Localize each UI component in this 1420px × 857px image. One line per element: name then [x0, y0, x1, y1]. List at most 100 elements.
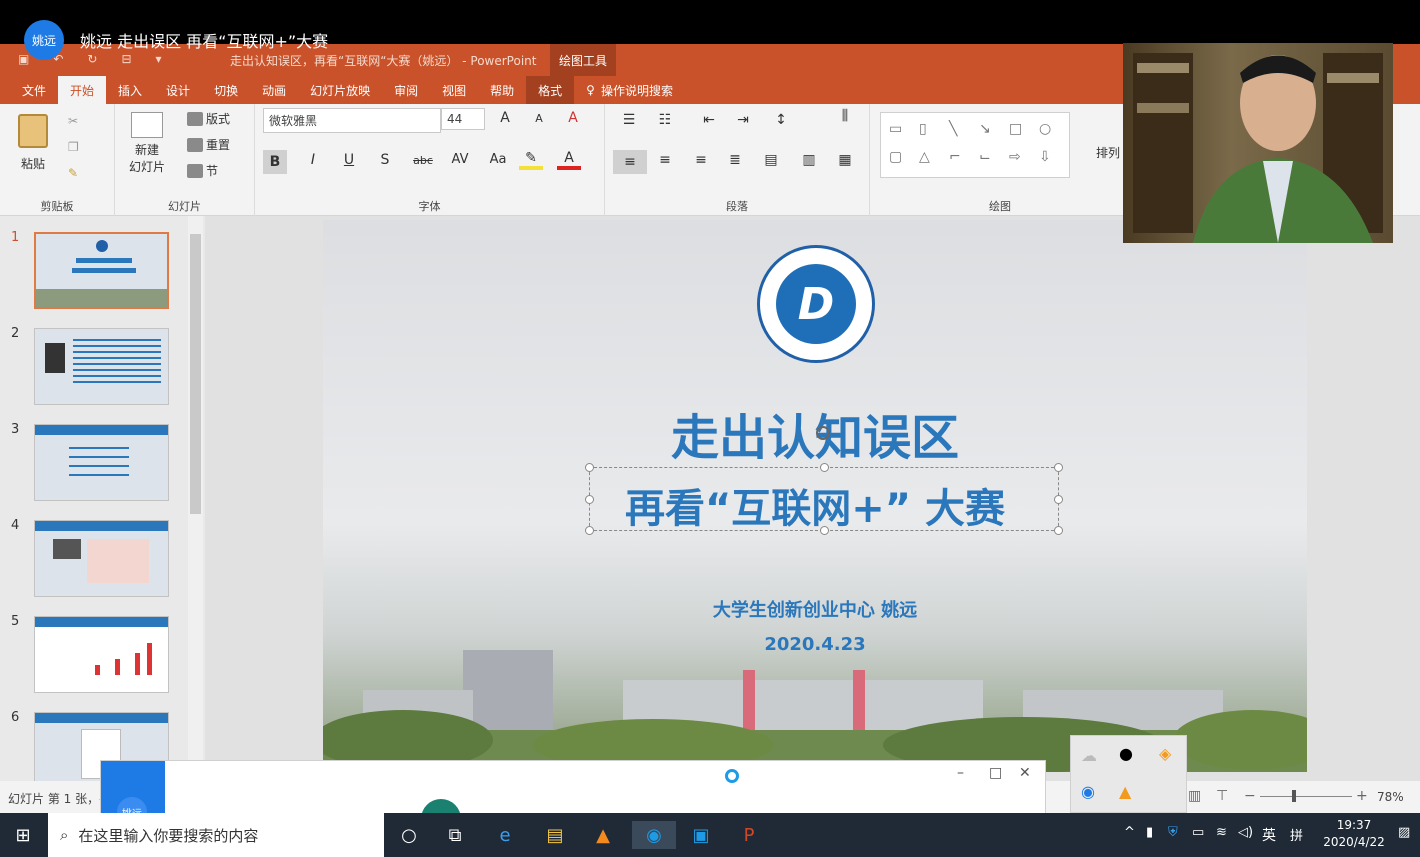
- align-left-icon[interactable]: ≡: [613, 150, 647, 174]
- qq-icon[interactable]: ●: [1119, 744, 1133, 763]
- windows-start-icon[interactable]: ⊞: [8, 821, 38, 849]
- usb-icon[interactable]: ▮: [1146, 825, 1153, 840]
- rounded-rect-shape-icon[interactable]: ▢: [889, 149, 902, 165]
- vlc-tray-icon[interactable]: ▲: [1119, 782, 1131, 801]
- tab-help[interactable]: 帮助: [478, 76, 526, 104]
- task-view-icon[interactable]: ⧉: [440, 821, 470, 849]
- layout-button[interactable]: 版式: [187, 110, 230, 127]
- italic-button[interactable]: I: [301, 152, 325, 168]
- tab-design[interactable]: 设计: [154, 76, 202, 104]
- font-size-select[interactable]: 44: [441, 108, 485, 130]
- font-name-select[interactable]: 微软雅黑: [263, 108, 441, 133]
- slide-thumbnail-3[interactable]: [34, 424, 169, 501]
- notifications-icon[interactable]: ▨: [1398, 825, 1410, 840]
- maximize-icon[interactable]: □: [989, 765, 1002, 781]
- cut-icon[interactable]: ✂: [68, 114, 78, 128]
- thumbnails-scrollbar[interactable]: [188, 216, 203, 781]
- textbox-shape-icon[interactable]: ▭: [889, 121, 902, 137]
- shield-icon[interactable]: ⛨: [1168, 825, 1178, 840]
- slideshow-view-icon[interactable]: ⊤: [1216, 788, 1228, 804]
- format-painter-icon[interactable]: ✎: [68, 166, 78, 180]
- save-icon[interactable]: ▣: [18, 52, 29, 66]
- zoom-out-icon[interactable]: −: [1244, 788, 1256, 804]
- ime-mode[interactable]: 英: [1262, 825, 1276, 845]
- tab-format[interactable]: 格式: [526, 76, 575, 104]
- text-direction-icon[interactable]: ⫼: [833, 108, 857, 124]
- char-spacing-button[interactable]: AV: [445, 152, 475, 167]
- reset-button[interactable]: 重置: [187, 136, 230, 153]
- oval-shape-icon[interactable]: ○: [1039, 121, 1051, 137]
- tab-transitions[interactable]: 切换: [202, 76, 250, 104]
- wifi-icon[interactable]: ≋: [1216, 825, 1227, 840]
- vertical-textbox-shape-icon[interactable]: ▯: [919, 121, 927, 137]
- volume-icon[interactable]: ◁): [1238, 825, 1253, 840]
- bold-button[interactable]: B: [263, 150, 287, 174]
- tab-file[interactable]: 文件: [10, 76, 58, 104]
- tab-review[interactable]: 审阅: [382, 76, 430, 104]
- justify-icon[interactable]: ≣: [723, 152, 747, 168]
- slide-subtitle[interactable]: 再看“互联网+” 大赛: [323, 476, 1307, 534]
- redo-icon[interactable]: ↻: [87, 52, 97, 66]
- slide-thumbnail-4[interactable]: [34, 520, 169, 597]
- slide-date[interactable]: 2020.4.23: [323, 634, 1307, 655]
- slide-title[interactable]: 走出认知误区: [323, 398, 1307, 468]
- cortana-icon[interactable]: ○: [394, 821, 424, 849]
- line-shape-icon[interactable]: ╲: [949, 121, 957, 137]
- right-arrow-shape-icon[interactable]: ⇨: [1009, 149, 1021, 165]
- distributed-icon[interactable]: ▤: [759, 152, 783, 168]
- zoom-level[interactable]: 78%: [1377, 790, 1404, 804]
- paste-button[interactable]: 粘贴: [18, 114, 48, 172]
- slide-author[interactable]: 大学生创新创业中心 姚远: [323, 596, 1307, 622]
- file-explorer-icon[interactable]: ▤: [540, 821, 570, 849]
- tell-me-search[interactable]: ♀ 操作说明搜索: [574, 76, 685, 104]
- meeting-tray-icon[interactable]: ◉: [1081, 782, 1095, 801]
- align-right-icon[interactable]: ≡: [689, 152, 713, 168]
- columns-icon[interactable]: ▥: [797, 152, 821, 168]
- rotate-handle-icon[interactable]: [816, 426, 830, 440]
- app-tray-icon[interactable]: ◈: [1159, 744, 1171, 763]
- customize-qat-icon[interactable]: ▾: [156, 52, 162, 66]
- system-clock[interactable]: 19:37 2020/4/22: [1316, 817, 1392, 851]
- presenter-avatar[interactable]: 姚远: [24, 20, 64, 60]
- tab-home[interactable]: 开始: [58, 76, 107, 104]
- edge-icon[interactable]: e: [490, 821, 520, 849]
- present-icon[interactable]: ⊟: [121, 52, 131, 66]
- close-icon[interactable]: ✕: [1019, 765, 1031, 781]
- smartart-icon[interactable]: ▦: [833, 152, 857, 168]
- vlc-icon[interactable]: ▲: [588, 821, 618, 849]
- tab-view[interactable]: 视图: [430, 76, 478, 104]
- shadow-button[interactable]: S: [373, 152, 397, 168]
- line-spacing-icon[interactable]: ↕: [769, 112, 793, 128]
- rectangle-shape-icon[interactable]: □: [1009, 121, 1022, 137]
- change-case-button[interactable]: Aa: [483, 152, 513, 167]
- tab-slideshow[interactable]: 幻灯片放映: [298, 76, 382, 104]
- clear-format-icon[interactable]: A: [561, 110, 585, 126]
- tray-expand-icon[interactable]: ^: [1124, 825, 1135, 840]
- down-arrow-shape-icon[interactable]: ⇩: [1039, 149, 1051, 165]
- copy-icon[interactable]: ❐: [68, 140, 79, 154]
- taskbar-search[interactable]: ⌕ 在这里输入你要搜索的内容: [48, 813, 384, 857]
- current-slide[interactable]: D 走出认知误区 再看“互联网+” 大赛 大学生创新创业中心 姚远 2020.4…: [323, 220, 1307, 772]
- zoom-in-icon[interactable]: +: [1356, 788, 1368, 804]
- slide-thumbnail-1[interactable]: [34, 232, 169, 309]
- video-app-icon[interactable]: ▣: [686, 821, 716, 849]
- slide-thumbnail-5[interactable]: [34, 616, 169, 693]
- strikethrough-button[interactable]: abc: [407, 154, 439, 167]
- triangle-shape-icon[interactable]: △: [919, 149, 930, 165]
- meeting-app-icon[interactable]: ◉: [632, 821, 676, 849]
- reading-view-icon[interactable]: ▥: [1188, 788, 1201, 804]
- decrease-indent-icon[interactable]: ⇤: [697, 112, 721, 128]
- scrollbar-thumb[interactable]: [190, 234, 201, 514]
- cloud-icon[interactable]: ☁: [1081, 746, 1097, 765]
- bullets-icon[interactable]: ☰: [617, 112, 641, 128]
- tab-animations[interactable]: 动画: [250, 76, 298, 104]
- underline-button[interactable]: U: [337, 152, 361, 168]
- resize-handle[interactable]: [1054, 463, 1063, 472]
- resize-handle[interactable]: [585, 463, 594, 472]
- shrink-font-icon[interactable]: A: [527, 112, 551, 125]
- arrow-line-shape-icon[interactable]: ↘: [979, 121, 991, 137]
- section-button[interactable]: 节: [187, 162, 218, 179]
- slide-thumbnail-2[interactable]: [34, 328, 169, 405]
- ime-pinyin[interactable]: 拼: [1290, 825, 1303, 844]
- powerpoint-icon[interactable]: P: [734, 821, 764, 849]
